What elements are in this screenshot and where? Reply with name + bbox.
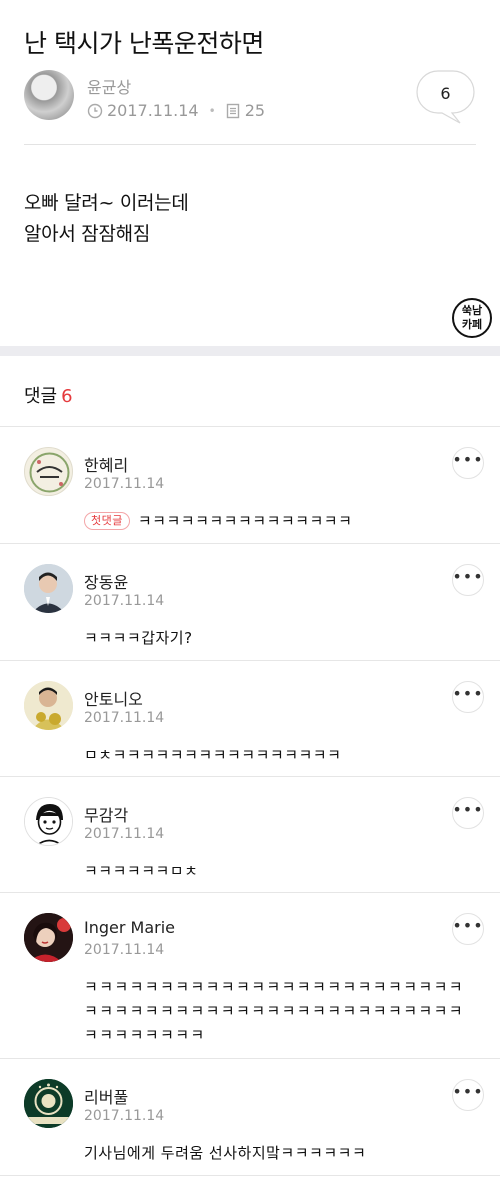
commenter-name[interactable]: 한혜리 [84,452,128,476]
comment-text: 첫댓글 ㅋㅋㅋㅋㅋㅋㅋㅋㅋㅋㅋㅋㅋㅋㅋ [84,509,479,533]
avatar-image [24,564,73,613]
more-options-button[interactable]: ••• [452,913,484,945]
ellipsis-icon: ••• [452,1082,484,1101]
document-icon [226,103,239,118]
commenter-name[interactable]: Inger Marie [84,918,175,937]
commenter-name[interactable]: 리버풀 [84,1084,128,1108]
post-meta: 2017.11.14 • 25 [87,101,265,120]
comment-body: ㅋㅋㅋㅋ갑자기? [84,629,193,647]
comment-item: 장동윤 2017.11.14 ㅋㅋㅋㅋ갑자기? ••• [0,544,500,661]
more-options-button[interactable]: ••• [452,797,484,829]
more-options-button[interactable]: ••• [452,447,484,479]
comment-item: Inger Marie 2017.11.14 ㅋㅋㅋㅋㅋㅋㅋㅋㅋㅋㅋㅋㅋㅋㅋㅋㅋ… [0,893,500,1059]
meta-separator: • [208,103,216,118]
post-header: 난 택시가 난폭운전하면 윤균상 2017.11.14 • 25 6 [0,0,500,145]
avatar[interactable] [24,913,73,962]
comment-count-button[interactable]: 6 [416,70,475,124]
comment-item: 안토니오 2017.11.14 ㅁㅊㅋㅋㅋㅋㅋㅋㅋㅋㅋㅋㅋㅋㅋㅋㅋㅋ ••• [0,661,500,777]
clock-icon [87,103,103,118]
avatar-image [29,452,70,493]
author-name[interactable]: 윤균상 [87,74,131,98]
comment-item: 리버풀 2017.11.14 기사님에게 두려움 선사하지맠ㅋㅋㅋㅋㅋㅋ ••• [0,1059,500,1176]
avatar-image [24,1079,73,1128]
section-separator [0,346,500,356]
cafe-logo-text: 쑥남 [461,304,483,317]
comment-item: 무감각 2017.11.14 ㅋㅋㅋㅋㅋㅋㅁㅊ ••• [0,777,500,893]
comment-date: 2017.11.14 [84,1108,165,1124]
comment-date: 2017.11.14 [84,710,165,726]
author-avatar[interactable] [24,70,74,120]
ellipsis-icon: ••• [452,567,484,586]
comment-item: 한혜리 2017.11.14 첫댓글 ㅋㅋㅋㅋㅋㅋㅋㅋㅋㅋㅋㅋㅋㅋㅋ ••• [0,427,500,544]
comments-header: 댓글 6 [24,382,73,408]
commenter-name[interactable]: 장동윤 [84,569,128,593]
avatar-image [24,681,73,730]
comment-body: ㅋㅋㅋㅋㅋㅋㅋㅋㅋㅋㅋㅋㅋㅋㅋㅋㅋㅋㅋㅋㅋㅋㅋㅋㅋㅋㅋㅋㅋㅋㅋㅋㅋㅋㅋㅋㅋㅋㅋㅋ… [84,978,465,1044]
comment-body: 기사님에게 두려움 선사하지맠ㅋㅋㅋㅋㅋㅋ [84,1144,367,1162]
comment-date: 2017.11.14 [84,593,165,609]
post-title: 난 택시가 난폭운전하면 [24,29,264,58]
comment-date: 2017.11.14 [84,942,165,958]
ellipsis-icon: ••• [452,916,484,935]
post-body-line: 오빠 달려~ 이러는데 [24,192,189,214]
comment-count: 6 [440,84,451,103]
more-options-button[interactable]: ••• [452,564,484,596]
post-date: 2017.11.14 [107,101,199,120]
view-count: 25 [244,101,266,120]
comment-body: ㅋㅋㅋㅋㅋㅋㅋㅋㅋㅋㅋㅋㅋㅋㅋ [137,512,353,530]
comment-body: ㅁㅊㅋㅋㅋㅋㅋㅋㅋㅋㅋㅋㅋㅋㅋㅋㅋㅋ [84,746,342,764]
comments-count: 6 [61,386,73,407]
comment-date: 2017.11.14 [84,826,165,842]
avatar[interactable] [24,564,73,613]
ellipsis-icon: ••• [452,800,484,819]
avatar-image [25,798,72,845]
avatar-image [24,913,73,962]
more-options-button[interactable]: ••• [452,681,484,713]
first-comment-badge: 첫댓글 [84,512,130,530]
avatar[interactable] [24,1079,73,1128]
avatar[interactable] [24,447,73,496]
avatar[interactable] [24,681,73,730]
cafe-logo-text: 카페 [461,318,483,331]
ellipsis-icon: ••• [452,450,484,469]
ellipsis-icon: ••• [452,684,484,703]
divider [24,144,476,145]
comment-body: ㅋㅋㅋㅋㅋㅋㅁㅊ [84,862,199,880]
post-body-line: 알아서 잠잠해짐 [24,223,151,245]
more-options-button[interactable]: ••• [452,1079,484,1111]
commenter-name[interactable]: 안토니오 [84,686,143,710]
commenter-name[interactable]: 무감각 [84,802,128,826]
comment-date: 2017.11.14 [84,476,165,492]
post-body: 오빠 달려~ 이러는데 알아서 잠잠해짐 [24,188,189,250]
comments-label: 댓글 [24,386,58,407]
avatar[interactable] [24,797,73,846]
cafe-logo: 쑥남 카페 [452,298,492,338]
